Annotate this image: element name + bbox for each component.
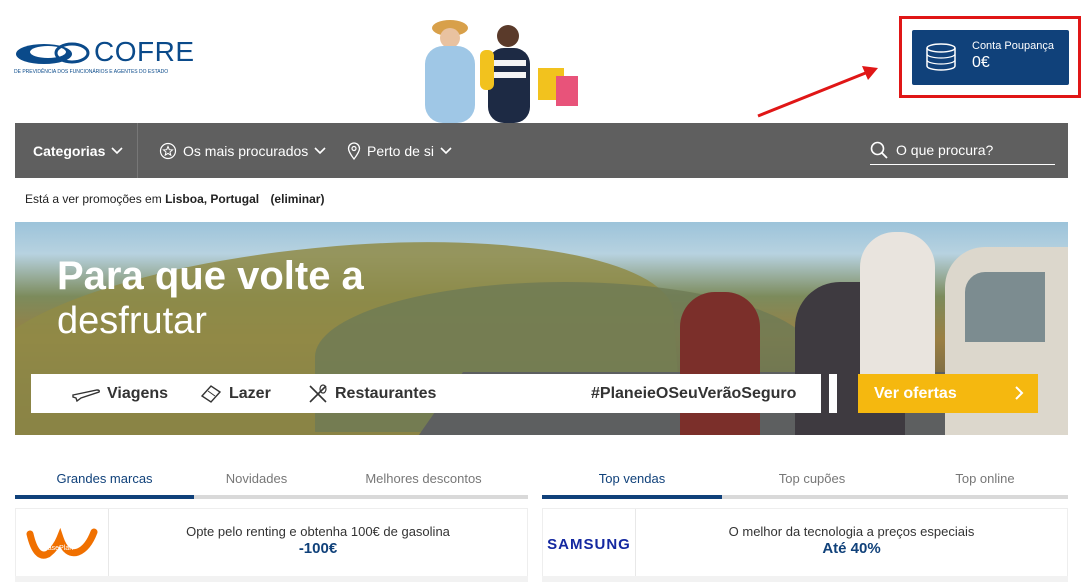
nav-near-you-label: Perto de si bbox=[367, 142, 434, 159]
nav-near-you[interactable]: Perto de si bbox=[341, 123, 458, 178]
site-header: COFRE DE PREVIDÊNCIA DOS FUNCIONÁRIOS E … bbox=[0, 0, 1081, 123]
cutlery-icon bbox=[309, 383, 327, 403]
banner-strip-divider bbox=[829, 374, 837, 413]
location-place: Lisboa, Portugal bbox=[165, 192, 260, 206]
nav-divider bbox=[137, 123, 138, 178]
location-pin-icon bbox=[347, 141, 361, 160]
chevron-right-icon bbox=[1015, 386, 1024, 400]
offer-card[interactable]: SAMSUNG O melhor da tecnologia a preços … bbox=[542, 508, 1068, 579]
logo-text: COFRE bbox=[94, 36, 195, 67]
tab-inactive-line bbox=[194, 495, 528, 499]
tab-melhores-descontos[interactable]: Melhores descontos bbox=[319, 460, 528, 496]
banner-person bbox=[680, 292, 760, 435]
tab-active-indicator bbox=[15, 495, 194, 499]
search-input[interactable]: O que procura? bbox=[870, 136, 1055, 165]
nav-most-searched-label: Os mais procurados bbox=[183, 142, 309, 159]
red-arrow-annotation bbox=[757, 66, 878, 118]
banner-category-strip: Viagens Lazer Restaurantes #PlaneieOSeuV… bbox=[31, 374, 821, 413]
search-placeholder: O que procura? bbox=[896, 142, 994, 158]
chevron-down-icon bbox=[440, 146, 452, 154]
next-card-edge bbox=[542, 576, 1068, 582]
banner-title-line1: Para que volte a bbox=[57, 254, 364, 298]
promo-banner[interactable]: Para que volte a desfrutar Viagens Lazer… bbox=[15, 222, 1068, 435]
page: COFRE DE PREVIDÊNCIA DOS FUNCIONÁRIOS E … bbox=[0, 0, 1081, 582]
account-value: 0€ bbox=[972, 54, 990, 71]
tabs-top: Top vendas Top cupões Top online bbox=[542, 460, 1068, 500]
banner-person bbox=[860, 232, 935, 382]
banner-category-travel[interactable]: Viagens bbox=[71, 374, 168, 413]
location-info: Está a ver promoções em Lisboa, Portugal… bbox=[25, 192, 324, 206]
offer-discount: -100€ bbox=[298, 540, 338, 557]
tab-novidades[interactable]: Novidades bbox=[194, 460, 319, 496]
banner-hashtag: #PlaneieOSeuVerãoSeguro bbox=[591, 384, 797, 402]
cofre-logo-mark-icon bbox=[16, 42, 90, 64]
banner-category-label: Lazer bbox=[229, 384, 271, 402]
leaseplan-logo-icon: LeasePlan bbox=[26, 527, 98, 559]
banner-title-line2: desfrutar bbox=[57, 300, 207, 342]
banner-category-leisure[interactable]: Lazer bbox=[199, 374, 271, 413]
tab-grandes-marcas[interactable]: Grandes marcas bbox=[15, 460, 194, 496]
logo-subtitle: DE PREVIDÊNCIA DOS FUNCIONÁRIOS E AGENTE… bbox=[14, 69, 169, 75]
header-hero-illustration bbox=[425, 20, 578, 123]
account-label: Conta Poupança bbox=[972, 40, 1054, 52]
airplane-icon bbox=[72, 388, 100, 402]
samsung-logo-text: SAMSUNG bbox=[547, 535, 631, 553]
offer-text: Opte pelo renting e obtenha 100€ de gaso… bbox=[186, 524, 450, 539]
chevron-down-icon bbox=[314, 146, 326, 154]
nav-categories[interactable]: Categorias bbox=[33, 123, 129, 178]
view-offers-button[interactable]: Ver ofertas bbox=[858, 374, 1038, 413]
nav-most-searched[interactable]: Os mais procurados bbox=[153, 123, 332, 178]
banner-category-label: Viagens bbox=[107, 384, 169, 402]
banner-category-label: Restaurantes bbox=[335, 384, 437, 402]
coins-icon bbox=[926, 43, 956, 71]
offer-card[interactable]: LeasePlan Opte pelo renting e obtenha 10… bbox=[15, 508, 528, 579]
tab-top-cupoes[interactable]: Top cupões bbox=[722, 460, 902, 496]
remove-location-link[interactable]: (eliminar) bbox=[270, 192, 324, 206]
samsung-logo: SAMSUNG bbox=[543, 509, 636, 579]
star-badge-icon bbox=[159, 142, 177, 159]
offer-text: O melhor da tecnologia a preços especiai… bbox=[728, 524, 975, 539]
tab-inactive-line bbox=[722, 495, 1068, 499]
banner-category-restaurants[interactable]: Restaurantes bbox=[307, 374, 436, 413]
view-offers-label: Ver ofertas bbox=[874, 384, 957, 402]
search-icon bbox=[870, 141, 888, 159]
next-card-edge bbox=[15, 576, 528, 582]
main-navbar: Categorias Os mais procurados Perto de s… bbox=[15, 123, 1068, 178]
cofre-logo[interactable]: COFRE DE PREVIDÊNCIA DOS FUNCIONÁRIOS E … bbox=[14, 36, 214, 76]
leaseplan-logo: LeasePlan bbox=[16, 509, 109, 579]
savings-account-button[interactable]: Conta Poupança 0€ bbox=[912, 30, 1069, 85]
tab-active-indicator bbox=[542, 495, 722, 499]
tab-top-vendas[interactable]: Top vendas bbox=[542, 460, 722, 496]
leaseplan-logo-text: LeasePlan bbox=[40, 545, 73, 552]
tabs-brands: Grandes marcas Novidades Melhores descon… bbox=[15, 460, 528, 500]
nav-categories-label: Categorias bbox=[33, 142, 106, 159]
tab-top-online[interactable]: Top online bbox=[902, 460, 1068, 496]
banner-van-window bbox=[965, 272, 1045, 342]
location-prefix: Está a ver promoções em bbox=[25, 192, 162, 206]
offer-discount: Até 40% bbox=[822, 540, 881, 557]
ticket-icon bbox=[200, 384, 222, 403]
chevron-down-icon bbox=[111, 146, 123, 154]
